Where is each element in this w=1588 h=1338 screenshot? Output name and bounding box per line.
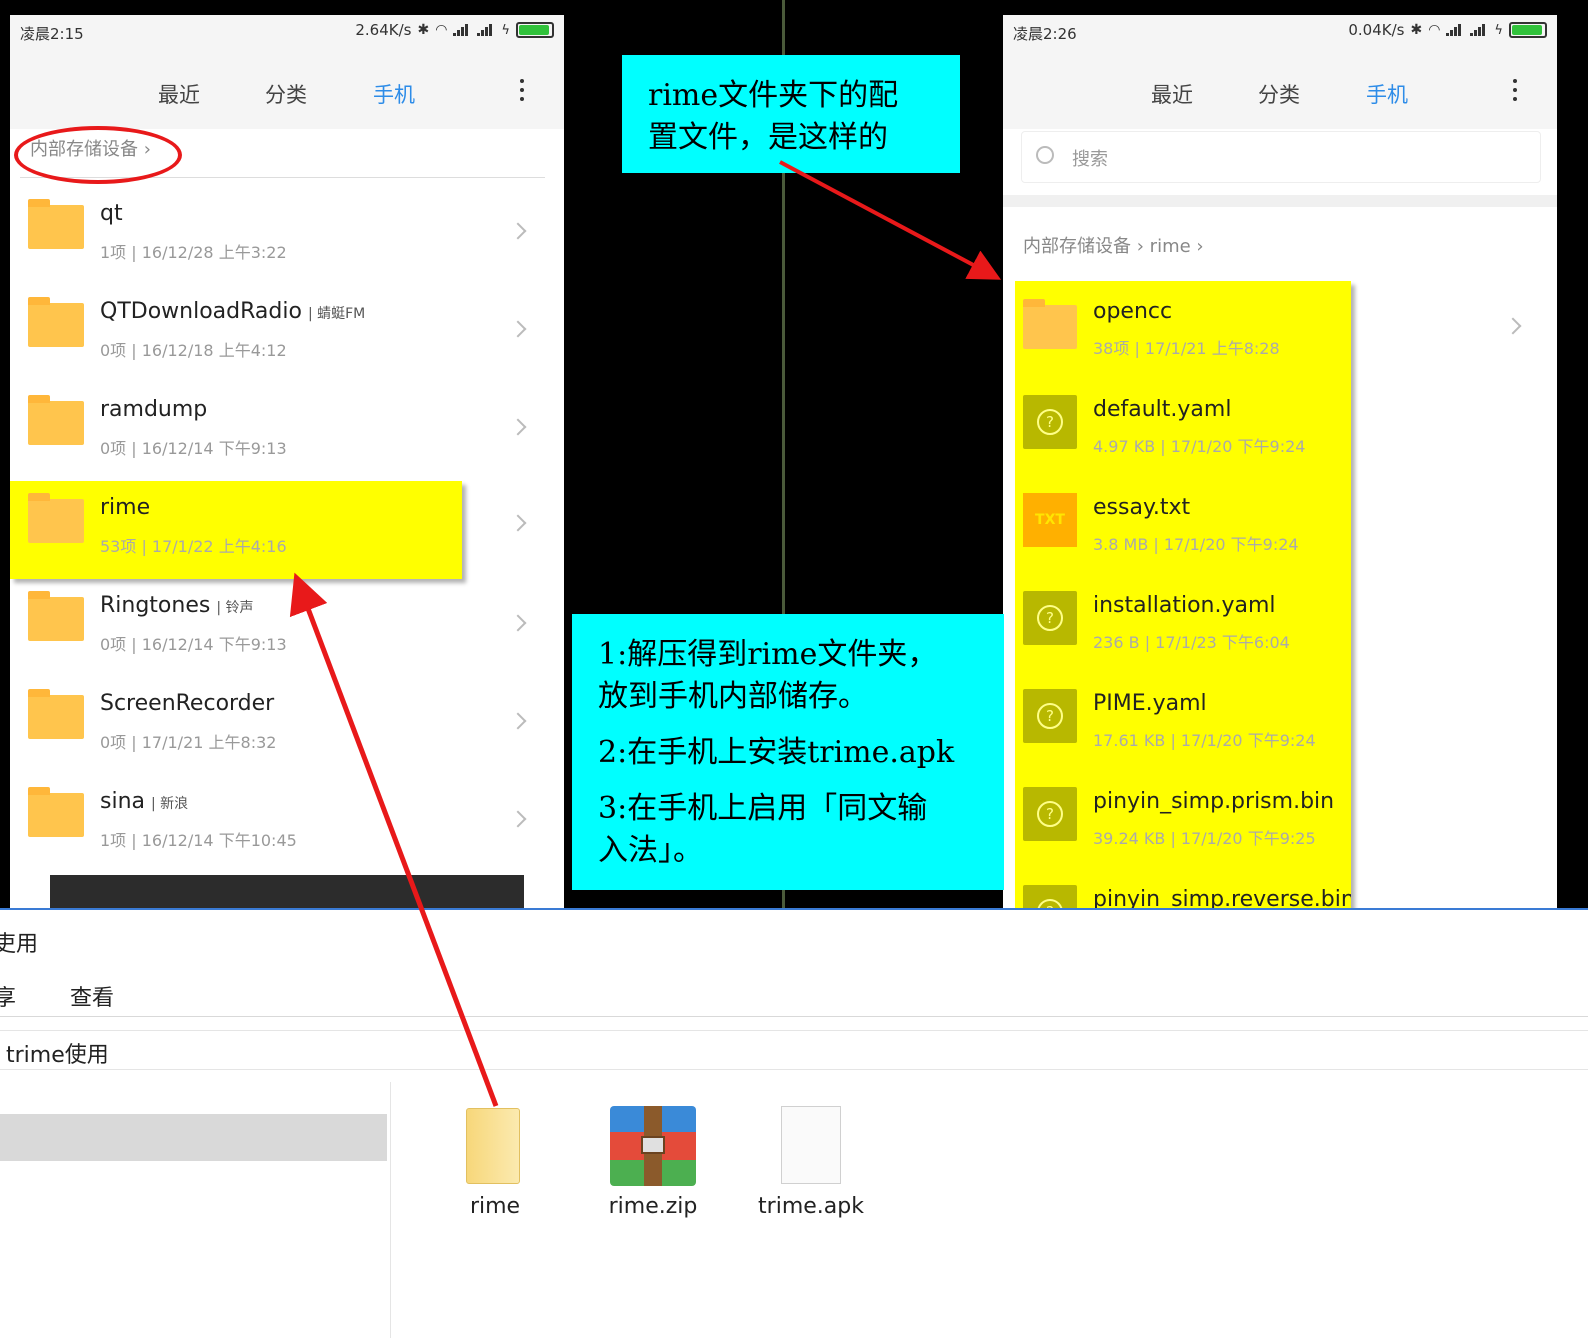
arrow-annotations [289,160,1002,1107]
arrow-to-rime-folder [289,572,499,1107]
arrow-to-config-list [779,160,1002,280]
